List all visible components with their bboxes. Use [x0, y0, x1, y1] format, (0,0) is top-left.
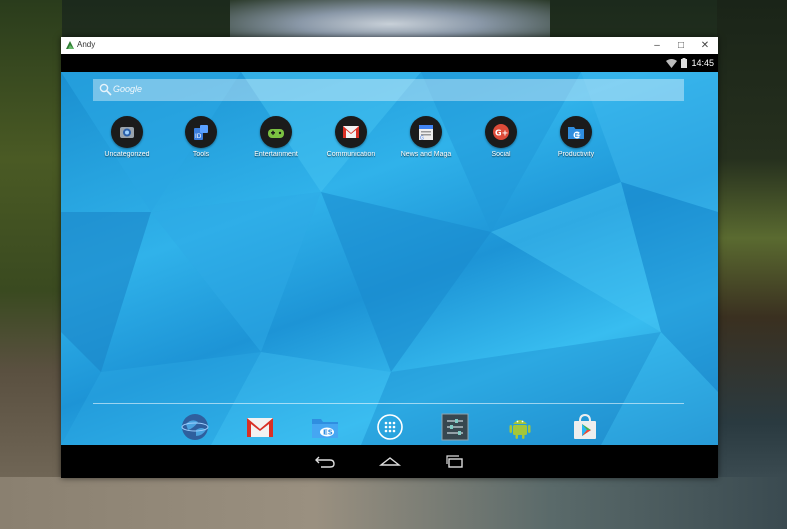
- folder-social[interactable]: G+ Social: [466, 116, 536, 158]
- tools-icon: ID: [185, 116, 217, 148]
- game-controller-icon: [260, 116, 292, 148]
- app-drawer-icon[interactable]: [375, 412, 405, 442]
- window-titlebar[interactable]: Andy – □ ✕: [61, 37, 718, 55]
- google-search-bar[interactable]: Google: [93, 79, 684, 101]
- back-icon[interactable]: [313, 453, 337, 469]
- android-icon[interactable]: [505, 412, 535, 442]
- svg-text:ID: ID: [195, 133, 202, 140]
- desktop-wallpaper-sky: [230, 0, 550, 40]
- gmail-icon: [335, 116, 367, 148]
- folder-label: Communication: [326, 151, 376, 158]
- gmail-icon[interactable]: [245, 412, 275, 442]
- es-file-explorer-icon[interactable]: ES: [310, 412, 340, 442]
- status-clock: 14:45: [691, 58, 714, 68]
- folder-news-and-magazines[interactable]: G News and Maga: [391, 116, 461, 158]
- window-title: Andy: [77, 40, 96, 49]
- wifi-icon: [666, 58, 678, 68]
- folder-label: Productivity: [557, 151, 595, 158]
- folder-label: News and Maga: [400, 151, 452, 158]
- dock-divider: [93, 403, 684, 404]
- google-plus-icon: G+: [485, 116, 517, 148]
- settings-icon[interactable]: [440, 412, 470, 442]
- status-bar: 14:45: [61, 54, 718, 72]
- home-screen: Google Uncategorized ID Tools Entertainm: [61, 72, 718, 445]
- folder-communication[interactable]: Communication: [316, 116, 386, 158]
- android-screen: 14:45 Google Uncategorized ID Tools Ente…: [61, 54, 718, 478]
- calendar-icon: G: [410, 116, 442, 148]
- play-store-icon[interactable]: [570, 412, 600, 442]
- desktop-wallpaper-river: [0, 477, 787, 529]
- desktop-wallpaper-left: [0, 0, 62, 529]
- svg-text:ES: ES: [323, 429, 333, 437]
- folder-uncategorized[interactable]: Uncategorized: [92, 116, 162, 158]
- recent-apps-icon[interactable]: [443, 453, 467, 469]
- emulator-window: Andy – □ ✕ 14:45 Google Uncategorized ID…: [61, 37, 718, 478]
- folder-label: Uncategorized: [104, 151, 150, 158]
- camera-icon: [111, 116, 143, 148]
- folder-label: Entertainment: [254, 151, 298, 158]
- svg-text:G+: G+: [495, 129, 508, 138]
- svg-text:ES: ES: [575, 133, 582, 139]
- home-icon[interactable]: [378, 453, 402, 469]
- close-button[interactable]: ✕: [692, 37, 718, 54]
- minimize-button[interactable]: –: [644, 37, 670, 54]
- folder-label: Tools: [192, 151, 210, 158]
- search-icon: [99, 83, 112, 96]
- svg-text:G: G: [420, 136, 424, 142]
- folder-tools[interactable]: ID Tools: [166, 116, 236, 158]
- file-manager-icon: ES: [560, 116, 592, 148]
- browser-globe-icon[interactable]: [180, 412, 210, 442]
- desktop-wallpaper-right: [717, 0, 787, 529]
- andy-logo-icon: [66, 41, 74, 49]
- folder-label: Social: [491, 151, 511, 158]
- folder-productivity[interactable]: ES Productivity: [541, 116, 611, 158]
- maximize-button[interactable]: □: [668, 37, 694, 54]
- battery-icon: [681, 58, 688, 68]
- search-placeholder: Google: [113, 84, 143, 94]
- folder-entertainment[interactable]: Entertainment: [241, 116, 311, 158]
- navigation-bar: [61, 445, 718, 478]
